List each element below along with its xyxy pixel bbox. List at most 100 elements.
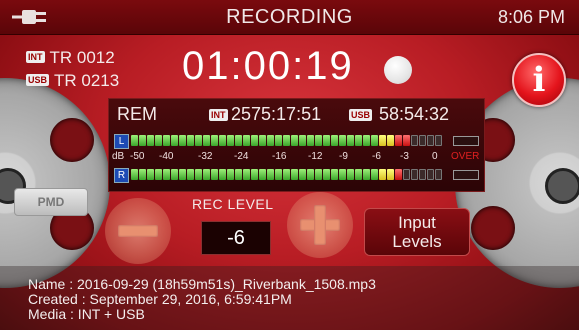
remaining-time-row: REM INT 2575:17:51 USB 58:54:32 (117, 104, 477, 128)
right-level-meter (131, 169, 443, 180)
meter-segment (211, 169, 218, 180)
meter-segment (171, 169, 178, 180)
meter-segment (299, 169, 306, 180)
meter-segment (267, 135, 274, 146)
meter-segment (267, 169, 274, 180)
db-scale-tick: -6 (372, 151, 381, 162)
usb-icon: USB (349, 109, 373, 121)
meter-segment (171, 135, 178, 146)
meter-segment (323, 169, 330, 180)
meter-segment (355, 135, 362, 146)
meter-segment (147, 169, 154, 180)
db-unit-label: dB (112, 151, 125, 162)
reel-hole (471, 206, 515, 250)
usb-icon: USB (26, 74, 50, 86)
meter-segment (291, 135, 298, 146)
meter-segment (347, 169, 354, 180)
meter-segment (195, 169, 202, 180)
increase-level-button[interactable] (287, 192, 353, 258)
meter-segment (347, 135, 354, 146)
meter-segment (179, 135, 186, 146)
decrease-level-button[interactable] (105, 198, 171, 264)
db-scale-tick: -32 (198, 151, 213, 162)
meter-segment (251, 135, 258, 146)
brand-label: PMD (14, 188, 88, 216)
meter-segment (419, 135, 426, 146)
meter-segment (355, 169, 362, 180)
meter-segment (299, 135, 306, 146)
meter-segment (235, 169, 242, 180)
meter-segment (283, 135, 290, 146)
meter-segment (219, 135, 226, 146)
recorder-screen: PMD RECORDING 8:06 PM INT TR 0012 USB TR 0… (0, 0, 579, 330)
meter-segment (371, 169, 378, 180)
level-meter-panel: REM INT 2575:17:51 USB 58:54:32 L dB -50 -… (108, 98, 485, 192)
meter-segment (131, 169, 138, 180)
meter-segment (155, 169, 162, 180)
rec-level-value: -6 (201, 221, 271, 255)
meter-segment (275, 135, 282, 146)
left-over-indicator (453, 136, 479, 146)
file-media: Media : INT + USB (28, 306, 145, 322)
meter-segment (291, 169, 298, 180)
meter-segment (323, 135, 330, 146)
meter-segment (435, 135, 442, 146)
db-scale-tick: -3 (400, 151, 409, 162)
db-scale-tick: -40 (159, 151, 174, 162)
db-scale-tick: -24 (234, 151, 249, 162)
meter-segment (331, 169, 338, 180)
meter-segment (139, 169, 146, 180)
left-channel-label: L (114, 134, 129, 149)
over-label: OVER (451, 151, 480, 162)
meter-segment (251, 169, 258, 180)
meter-segment (411, 135, 418, 146)
db-scale-tick: -50 (130, 151, 145, 162)
meter-segment (211, 135, 218, 146)
meter-segment (155, 135, 162, 146)
meter-segment (411, 169, 418, 180)
meter-segment (235, 135, 242, 146)
meter-segment (371, 135, 378, 146)
usb-track-label: TR 0213 (54, 71, 120, 90)
left-level-meter (131, 135, 443, 146)
meter-segment (259, 135, 266, 146)
meter-segment (131, 135, 138, 146)
right-over-indicator (453, 170, 479, 180)
meter-segment (387, 169, 394, 180)
meter-segment (139, 135, 146, 146)
meter-segment (147, 135, 154, 146)
minus-icon (118, 225, 158, 237)
meter-segment (379, 135, 386, 146)
meter-segment (331, 135, 338, 146)
input-levels-button[interactable]: Input Levels (364, 208, 470, 256)
title-bar: RECORDING 8:06 PM (0, 0, 579, 35)
meter-segment (283, 169, 290, 180)
meter-segment (339, 135, 346, 146)
internal-remaining-time: 2575:17:51 (231, 104, 322, 124)
meter-segment (203, 169, 210, 180)
db-scale-tick: -9 (339, 151, 348, 162)
meter-segment (363, 135, 370, 146)
meter-segment (395, 135, 402, 146)
meter-segment (403, 169, 410, 180)
internal-track-label: TR 0012 (49, 48, 115, 67)
recording-timecode: 01:00:19 (182, 44, 354, 88)
plus-icon-vertical (314, 205, 326, 245)
meter-segment (259, 169, 266, 180)
meter-segment (427, 135, 434, 146)
meter-segment (435, 169, 442, 180)
db-scale-tick: 0 (432, 151, 438, 162)
meter-segment (315, 169, 322, 180)
file-created: Created : September 29, 2016, 6:59:41PM (28, 291, 292, 307)
meter-segment (243, 135, 250, 146)
meter-segment (227, 135, 234, 146)
meter-segment (387, 135, 394, 146)
meter-segment (275, 169, 282, 180)
internal-track-number: INT TR 0012 (26, 48, 115, 68)
meter-segment (203, 135, 210, 146)
clock-time: 8:06 PM (497, 7, 565, 27)
meter-segment (339, 169, 346, 180)
meter-segment (307, 135, 314, 146)
info-button[interactable]: i (512, 53, 566, 107)
meter-segment (187, 169, 194, 180)
